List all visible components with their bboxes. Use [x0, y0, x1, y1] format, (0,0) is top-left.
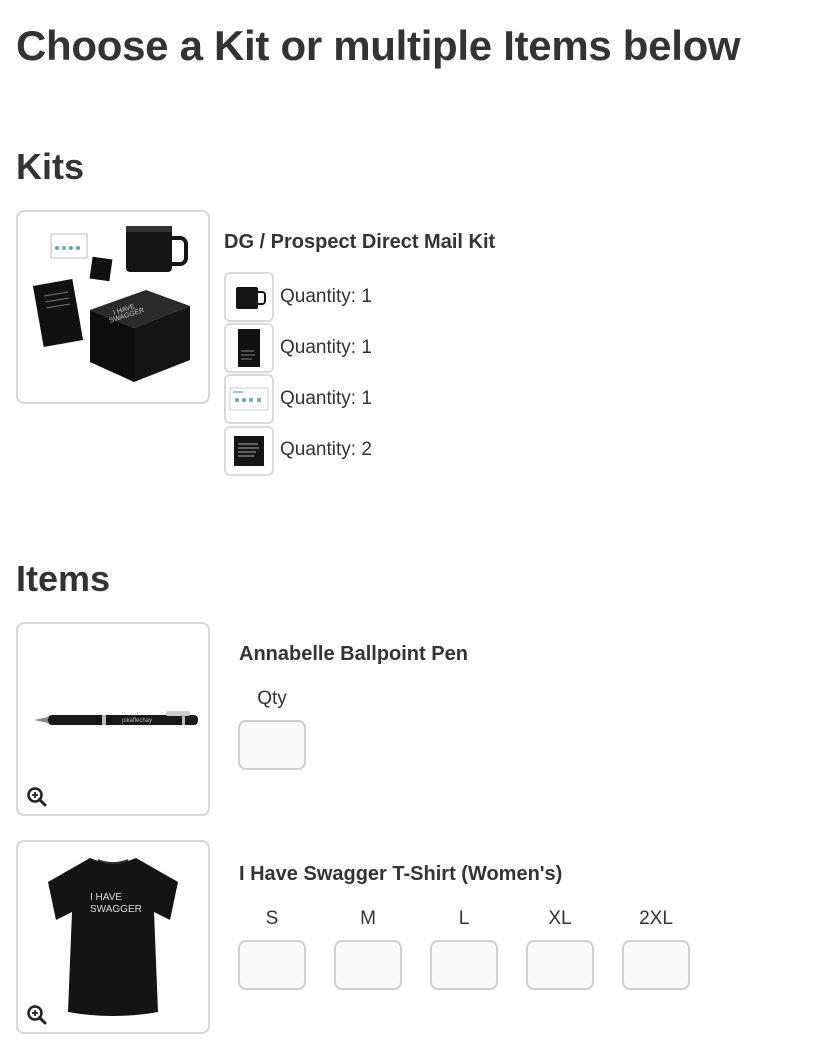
shirt-print-line2: SWAGGER — [90, 904, 142, 915]
size-label-l: L — [458, 908, 470, 929]
component-thumb-sticker — [224, 426, 274, 476]
size-label-s: S — [265, 908, 279, 929]
kits-heading: Kits — [16, 146, 85, 187]
pen-image-thumb[interactable]: pikaflechay — [16, 622, 210, 816]
page-title: Choose a Kit or multiple Items below — [16, 22, 741, 69]
size-label-m: M — [360, 908, 376, 929]
size-input-xl[interactable] — [526, 940, 594, 990]
pen-name: Annabelle Ballpoint Pen — [239, 643, 468, 665]
mug-image — [236, 287, 266, 309]
size-input-m[interactable] — [334, 940, 402, 990]
size-input-l[interactable] — [430, 940, 498, 990]
card-black-image — [238, 329, 260, 367]
component-thumb-mug — [224, 272, 274, 322]
component-thumb-postcard — [224, 374, 274, 424]
size-input-2xl[interactable] — [622, 940, 690, 990]
size-label-2xl: 2XL — [639, 908, 673, 929]
zoom-icon[interactable] — [26, 786, 48, 808]
component-quantity: Quantity: 2 — [280, 439, 372, 460]
component-quantity: Quantity: 1 — [280, 286, 372, 307]
size-label-xl: XL — [548, 908, 572, 929]
sticker-image — [234, 436, 264, 466]
postcard-image — [229, 387, 269, 411]
kit-image[interactable]: I HAVE SWAGGER — [16, 210, 210, 404]
zoom-icon[interactable] — [26, 1004, 48, 1026]
component-thumb-card — [224, 323, 274, 373]
kit-name: DG / Prospect Direct Mail Kit — [224, 231, 496, 253]
tshirt-name: I Have Swagger T-Shirt (Women's) — [239, 863, 563, 885]
pen-qty-input[interactable] — [238, 720, 306, 770]
kit-box-image: I HAVE SWAGGER — [32, 226, 190, 382]
tshirt-image-thumb[interactable]: I HAVE SWAGGER — [16, 840, 210, 1034]
component-quantity: Quantity: 1 — [280, 388, 372, 409]
shirt-print-line1: I HAVE — [90, 892, 122, 903]
component-quantity: Quantity: 1 — [280, 337, 372, 358]
size-input-s[interactable] — [238, 940, 306, 990]
items-heading: Items — [16, 558, 111, 599]
qty-label: Qty — [257, 688, 287, 709]
svg-text:pikaflechay: pikaflechay — [122, 718, 152, 724]
